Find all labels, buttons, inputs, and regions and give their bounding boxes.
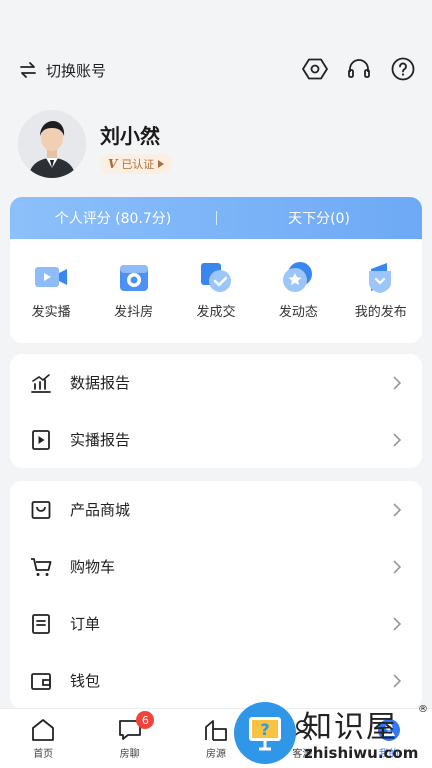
menu-item-live-report[interactable]: 实播报告 <box>10 411 422 468</box>
menu-label: 实播报告 <box>70 431 131 449</box>
menu-label: 订单 <box>70 615 101 633</box>
settings-hexagon-icon[interactable] <box>302 56 328 82</box>
watermark-title: 知识屋 <box>302 710 398 745</box>
user-name: 刘小然 <box>100 124 160 148</box>
home-icon <box>32 719 55 741</box>
nav-label: 房聊 <box>119 749 140 760</box>
action-label: 发抖房 <box>114 305 154 320</box>
chevron-right-icon <box>393 559 402 574</box>
menu-card-mall: 产品商城 购物车 订单 钱包 <box>10 481 422 709</box>
my-post-shield-icon <box>368 263 391 293</box>
personal-score[interactable]: 个人评分 (80.7分) <box>10 208 216 228</box>
wallet-icon <box>31 672 51 690</box>
menu-item-mall[interactable]: 产品商城 <box>10 481 422 538</box>
nav-home[interactable]: 首页 <box>0 709 86 768</box>
chevron-right-icon <box>393 432 402 447</box>
top-icons <box>302 56 416 82</box>
menu-label: 钱包 <box>70 672 101 690</box>
nav-chat[interactable]: 6 房聊 <box>86 709 172 768</box>
menu-item-data-report[interactable]: 数据报告 <box>10 354 422 411</box>
switch-account-label: 切换账号 <box>46 61 107 80</box>
menu-label: 产品商城 <box>70 501 131 519</box>
avatar-portrait-icon <box>18 110 86 178</box>
verified-badge[interactable]: V 已认证 <box>100 154 173 174</box>
menu-label: 购物车 <box>70 558 116 576</box>
profile-section[interactable]: 刘小然 V 已认证 <box>18 108 418 182</box>
triangle-right-icon <box>158 160 165 168</box>
deal-check-icon <box>200 263 231 292</box>
action-label: 发成交 <box>196 305 236 320</box>
action-label: 我的发布 <box>354 305 407 320</box>
verified-v-mark: V <box>108 157 118 171</box>
score-divider <box>216 211 217 225</box>
score-bar: 个人评分 (80.7分) 天下分(0) <box>10 197 422 239</box>
play-report-icon <box>32 429 50 450</box>
publish-actions: 发实播 发抖房 发成交 发动态 我的发布 <box>10 239 422 320</box>
action-my-posts[interactable]: 我的发布 <box>341 259 421 320</box>
chart-icon <box>31 373 51 393</box>
cart-icon <box>31 557 52 576</box>
menu-label: 数据报告 <box>70 374 131 392</box>
watermark-url: zhishiwu.com <box>304 744 419 762</box>
chevron-right-icon <box>393 375 402 390</box>
watermark: ? 知识屋 ® zhishiwu.com <box>232 700 432 768</box>
mall-bag-icon <box>31 500 51 519</box>
menu-item-cart[interactable]: 购物车 <box>10 538 422 595</box>
menu-card-reports: 数据报告 实播报告 <box>10 354 422 468</box>
switch-arrows-icon <box>20 62 36 78</box>
action-douyin-house[interactable]: 发抖房 <box>94 259 174 320</box>
chevron-right-icon <box>393 673 402 688</box>
action-label: 发实播 <box>31 305 71 320</box>
live-video-icon <box>35 267 68 287</box>
verified-label: 已认证 <box>121 158 155 171</box>
action-deal[interactable]: 发成交 <box>176 259 256 320</box>
nav-label: 首页 <box>33 749 54 760</box>
avatar[interactable] <box>18 110 86 178</box>
tianxia-score[interactable]: 天下分(0) <box>216 208 422 228</box>
unread-badge: 6 <box>136 711 155 729</box>
order-list-icon <box>32 613 50 634</box>
help-icon[interactable] <box>390 56 416 82</box>
svg-text:?: ? <box>260 720 269 739</box>
nav-label: 房源 <box>205 749 226 760</box>
watermark-logo: ? <box>234 702 296 764</box>
action-dynamic[interactable]: 发动态 <box>258 259 338 320</box>
chevron-right-icon <box>393 616 402 631</box>
monitor-question-icon: ? <box>249 717 281 751</box>
chevron-right-icon <box>393 502 402 517</box>
camera-icon <box>119 265 148 291</box>
menu-item-order[interactable]: 订单 <box>10 595 422 652</box>
house-icon <box>205 720 227 741</box>
headset-icon[interactable] <box>346 56 372 82</box>
action-live[interactable]: 发实播 <box>11 259 91 320</box>
switch-account-button[interactable]: 切换账号 <box>18 58 106 82</box>
publish-card: 个人评分 (80.7分) 天下分(0) 发实播 发抖房 发成交 发动态 我的发布 <box>10 197 422 343</box>
action-label: 发动态 <box>278 305 318 320</box>
top-bar: 切换账号 <box>0 0 432 100</box>
star-dynamic-icon <box>283 262 313 292</box>
watermark-reg: ® <box>418 704 428 715</box>
